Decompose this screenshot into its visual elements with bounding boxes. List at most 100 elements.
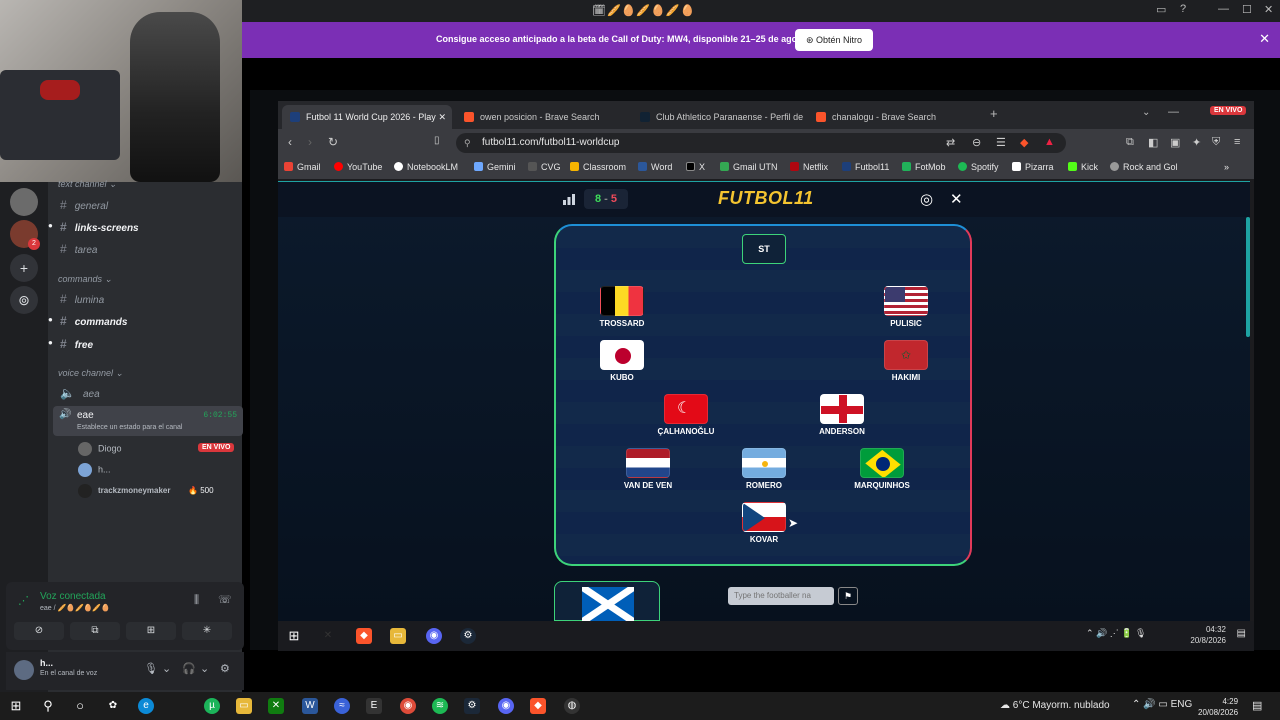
headphones-icon[interactable]: 🎧 bbox=[182, 662, 196, 675]
xbox-icon[interactable]: ✕ bbox=[268, 698, 284, 714]
tab-paranaense[interactable]: Club Athletico Paranaense - Perfil de bbox=[632, 105, 804, 129]
server-icon-2[interactable]: 2 bbox=[10, 220, 40, 250]
discord-icon[interactable]: ◉ bbox=[426, 628, 442, 644]
voice-user-trackz[interactable]: trackzmoneymaker bbox=[78, 484, 170, 498]
discover-icon[interactable]: ⊚ bbox=[10, 286, 38, 314]
noise-suppression-icon[interactable]: ⫼ bbox=[194, 594, 199, 607]
extensions-icon[interactable]: ⧉ bbox=[1126, 136, 1134, 149]
system-clock[interactable]: 4:29 20/08/2026 bbox=[1198, 696, 1238, 718]
bookmark-gemini[interactable]: Gemini bbox=[474, 162, 516, 172]
system-tray-icons[interactable]: ⌃ 🔊 ⋰ 🔋 🎙 bbox=[1086, 628, 1146, 639]
close-window-icon[interactable]: ✕ bbox=[1264, 3, 1273, 16]
instagram-icon[interactable]: ◎ bbox=[920, 190, 933, 208]
edge-icon[interactable]: e bbox=[138, 698, 154, 714]
voice-user-h[interactable]: h... bbox=[78, 463, 111, 477]
channel-lumina[interactable]: # lumina bbox=[60, 292, 104, 306]
bookmark-icon[interactable]: ▯ bbox=[434, 135, 440, 146]
help-icon[interactable]: ? bbox=[1180, 3, 1186, 15]
reload-icon[interactable]: ↻ bbox=[328, 135, 338, 149]
player-slot-kubo[interactable]: KUBO bbox=[582, 340, 662, 382]
windows-start-icon[interactable]: ⊞ bbox=[8, 698, 24, 714]
file-explorer-icon[interactable]: ▭ bbox=[236, 698, 252, 714]
bookmark-classroom[interactable]: Classroom bbox=[570, 162, 626, 172]
tab-search-chevron-icon[interactable]: ⌄ bbox=[1142, 107, 1150, 118]
windows-start-icon[interactable]: ⊞ bbox=[286, 628, 302, 644]
player-slot-vandeven[interactable]: VAN DE VEN bbox=[608, 448, 688, 490]
app-icon[interactable]: ✕ bbox=[320, 628, 336, 644]
bookmark-gmail[interactable]: Gmail bbox=[284, 162, 321, 172]
wallet-icon[interactable]: ▣ bbox=[1170, 136, 1180, 149]
page-scrollbar[interactable] bbox=[1246, 217, 1250, 337]
notifications-icon[interactable]: ▤ bbox=[1252, 699, 1262, 712]
new-tab-icon[interactable]: + bbox=[990, 106, 998, 121]
file-explorer-icon[interactable]: ▭ bbox=[390, 628, 406, 644]
soundboard-button[interactable]: ✳ bbox=[182, 622, 232, 640]
utorrent-icon[interactable]: µ bbox=[204, 698, 220, 714]
system-tray[interactable]: ⌃ 🔊 ▭ ENG bbox=[1132, 699, 1192, 710]
player-slot-anderson[interactable]: ANDERSON bbox=[802, 394, 882, 436]
user-avatar[interactable] bbox=[14, 660, 34, 680]
minimize-icon[interactable]: — bbox=[1168, 106, 1179, 118]
tab-chanalogu-search[interactable]: chanalogu - Brave Search bbox=[808, 105, 980, 129]
epic-games-icon[interactable]: E bbox=[366, 698, 382, 714]
microphone-icon[interactable]: 🎙 bbox=[144, 662, 158, 675]
vpn-icon[interactable]: ⛨ bbox=[1212, 136, 1220, 149]
chrome-icon[interactable]: ◉ bbox=[400, 698, 416, 714]
obs-icon[interactable]: ◍ bbox=[564, 698, 580, 714]
channel-commands[interactable]: ● # commands bbox=[48, 314, 127, 328]
channel-tarea[interactable]: # tarea bbox=[60, 242, 97, 256]
forward-icon[interactable]: › bbox=[308, 135, 312, 149]
leo-ai-icon[interactable]: ✦ bbox=[1192, 136, 1201, 149]
channel-free[interactable]: ● # free bbox=[48, 337, 93, 351]
player-slot-romero[interactable]: ROMERO bbox=[724, 448, 804, 490]
add-server-icon[interactable]: + bbox=[10, 254, 38, 282]
bookmark-x[interactable]: X bbox=[686, 162, 705, 172]
bookmarks-overflow-icon[interactable]: » bbox=[1224, 162, 1229, 172]
settings-gear-icon[interactable]: ⚙ bbox=[220, 662, 230, 675]
close-tab-icon[interactable]: ✕ bbox=[438, 105, 446, 129]
activities-button[interactable]: ⊞ bbox=[126, 622, 176, 640]
close-banner-icon[interactable]: ✕ bbox=[1259, 31, 1270, 47]
bookmark-spotify[interactable]: Spotify bbox=[958, 162, 999, 172]
bookmark-word[interactable]: Word bbox=[638, 162, 672, 172]
brave-icon[interactable]: ◆ bbox=[356, 628, 372, 644]
steam-icon[interactable]: ⚙ bbox=[460, 628, 476, 644]
bookmark-rock-and-gol[interactable]: Rock and Gol bbox=[1110, 162, 1178, 172]
player-slot-calhanoglu[interactable]: ☾ ÇALHANOĞLU bbox=[646, 394, 726, 436]
bookmark-futbol11[interactable]: Futbol11 bbox=[842, 162, 889, 172]
chevron-down-icon[interactable]: ⌄ bbox=[200, 662, 209, 675]
category-text[interactable]: text channel ⌄ bbox=[58, 179, 117, 190]
word-icon[interactable]: W bbox=[302, 698, 318, 714]
tab-owen-search[interactable]: owen posicion - Brave Search bbox=[456, 105, 628, 129]
category-voice[interactable]: voice channel ⌄ bbox=[58, 368, 123, 379]
x-social-icon[interactable]: ✕ bbox=[950, 190, 963, 208]
empty-slot-st[interactable]: ST bbox=[742, 234, 786, 264]
disconnect-icon[interactable]: ☏ bbox=[218, 593, 232, 606]
zoom-icon[interactable]: ⊖ bbox=[972, 136, 981, 149]
weather-widget[interactable]: ☁ 6°C Mayorm. nublado bbox=[1000, 700, 1110, 711]
discord-icon[interactable]: ◉ bbox=[498, 698, 514, 714]
bookmark-fotmob[interactable]: FotMob bbox=[902, 162, 946, 172]
bookmark-kick[interactable]: Kick bbox=[1068, 162, 1098, 172]
bookmark-netflix[interactable]: Netflix bbox=[790, 162, 828, 172]
bookmark-notebooklm[interactable]: NotebookLM bbox=[394, 162, 458, 172]
steam-icon[interactable]: ⚙ bbox=[464, 698, 480, 714]
inbox-icon[interactable]: ▭ bbox=[1156, 3, 1166, 16]
report-flag-button[interactable]: ⚑ bbox=[838, 587, 858, 605]
category-commands[interactable]: commands ⌄ bbox=[58, 274, 112, 285]
ea-icon[interactable]: ≈ bbox=[334, 698, 350, 714]
tab-futbol11[interactable]: Futbol 11 World Cup 2026 - Play ✕ bbox=[282, 105, 452, 129]
brave-icon[interactable]: ◆ bbox=[530, 698, 546, 714]
player-slot-pulisic[interactable]: PULISIC bbox=[866, 286, 946, 328]
menu-icon[interactable]: ≡ bbox=[1234, 136, 1240, 148]
voice-channel-aea[interactable]: 🔈 aea bbox=[60, 386, 100, 400]
minimize-icon[interactable]: — bbox=[1218, 3, 1229, 15]
stats-icon[interactable] bbox=[562, 192, 576, 206]
maximize-icon[interactable]: ☐ bbox=[1242, 3, 1252, 16]
player-slot-marquinhos[interactable]: MARQUINHOS bbox=[842, 448, 922, 490]
search-icon[interactable]: ⚲ bbox=[40, 698, 56, 714]
spotify-icon[interactable]: ≋ bbox=[432, 698, 448, 714]
bookmark-cvg[interactable]: CVG bbox=[528, 162, 561, 172]
brave-shields-icon[interactable]: ◆ bbox=[1020, 136, 1028, 149]
footballer-name-input[interactable] bbox=[728, 587, 834, 605]
